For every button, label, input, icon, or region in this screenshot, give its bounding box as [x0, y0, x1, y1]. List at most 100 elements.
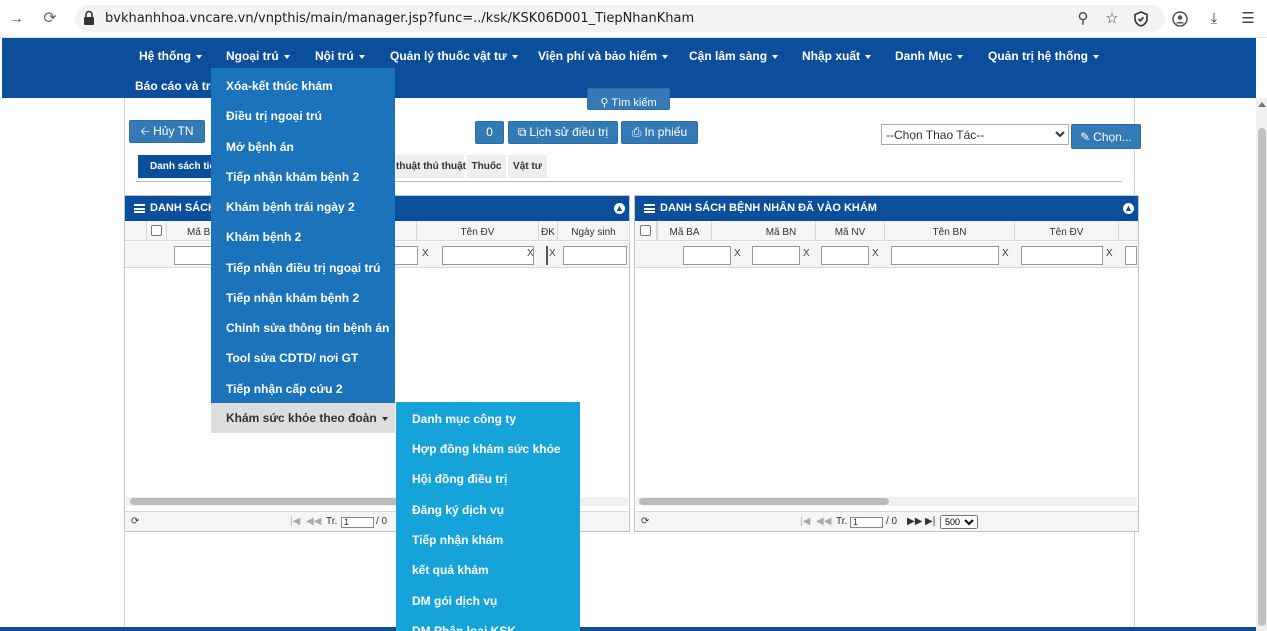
menu-item-kham-benh-trai-ngay-2[interactable]: Khám bệnh trái ngày 2	[211, 192, 395, 222]
menu-item-tool-sua-cdtd[interactable]: Tool sửa CDTD/ nơi GT	[211, 343, 395, 373]
col-ten-dv[interactable]: Tên ĐV	[1015, 221, 1119, 241]
first-page-icon[interactable]: |◀	[290, 516, 300, 527]
address-bar[interactable]: bvkhanhhoa.vncare.vn/vnpthis/main/manage…	[75, 5, 1165, 32]
count-badge[interactable]: 0	[475, 121, 504, 144]
filter-ma-ba-input[interactable]	[683, 246, 731, 265]
filter-extra-input[interactable]	[1125, 246, 1137, 265]
submenu-item-dm-phan-loai-ksk[interactable]: DM Phân loại KSK	[396, 616, 580, 631]
menu-item-xoa-ket-thuc-kham[interactable]: Xóa-kết thúc khám	[211, 71, 395, 101]
nav-item-vien-phi[interactable]: Viện phí và bảo hiểm	[538, 49, 669, 63]
right-panel-title: DANH SÁCH BỆNH NHÂN ĐÃ VÀO KHÁM	[660, 202, 877, 214]
nav-item-quan-tri[interactable]: Quản trị hệ thống	[988, 49, 1099, 63]
nav-item-nhap-xuat[interactable]: Nhập xuất	[802, 49, 872, 63]
search-button[interactable]: ⚲ Tìm kiếm	[587, 88, 670, 110]
filter-ma-nv-input[interactable]	[821, 246, 869, 265]
submenu-item-dm-goi-dich-vu[interactable]: DM gói dịch vụ	[396, 586, 580, 616]
col-dk[interactable]: ĐK	[539, 221, 558, 241]
url-text[interactable]: bvkhanhhoa.vncare.vn/vnpthis/main/manage…	[105, 11, 694, 26]
print-button[interactable]: ⎙ In phiếu	[621, 121, 698, 144]
col-ten-bn[interactable]: Tên BN	[885, 221, 1015, 241]
clear-filter-icon[interactable]: X	[549, 248, 556, 259]
submenu-item-tiep-nhan-kham[interactable]: Tiếp nhận khám	[396, 525, 580, 555]
menu-item-mo-benh-an[interactable]: Mở bệnh án	[211, 132, 395, 162]
nav-item-he-thong[interactable]: Hệ thống	[139, 49, 202, 63]
submenu-item-dang-ky-dich-vu[interactable]: Đăng ký dịch vụ	[396, 495, 580, 525]
col-ma-nv[interactable]: Mã NV	[816, 221, 885, 241]
clear-filter-icon[interactable]: X	[1106, 248, 1113, 259]
clear-filter-icon[interactable]: X	[1002, 248, 1009, 259]
filter-ma-bn-input[interactable]	[752, 246, 800, 265]
col-ngay-sinh[interactable]: Ngày sinh	[558, 221, 630, 241]
select-all-checkbox[interactable]	[640, 225, 651, 236]
right-horizontal-scrollbar[interactable]	[636, 497, 1137, 506]
page-scroll-thumb[interactable]	[1258, 128, 1266, 626]
last-page-icon[interactable]: ▶|	[925, 516, 935, 527]
menu-item-tiep-nhan-kham-benh-2b[interactable]: Tiếp nhận khám bệnh 2	[211, 283, 395, 313]
menu-item-tiep-nhan-kham-benh-2[interactable]: Tiếp nhận khám bệnh 2	[211, 162, 395, 192]
menu-item-chinh-sua-thong-tin[interactable]: Chỉnh sửa thông tin bệnh án	[211, 313, 395, 343]
menu-item-tiep-nhan-cap-cuu-2[interactable]: Tiếp nhận cấp cứu 2	[211, 374, 395, 404]
nav-item-bao-cao[interactable]: Báo cáo và tra	[135, 79, 217, 93]
submenu-item-hop-dong-kham[interactable]: Hợp đồng khám sức khỏe	[396, 434, 580, 464]
download-icon[interactable]: ⤓	[1204, 9, 1224, 29]
star-icon[interactable]: ☆	[1102, 9, 1122, 29]
page-size-select[interactable]: 500	[940, 515, 978, 529]
left-scroll-thumb[interactable]	[130, 498, 400, 505]
prev-page-icon[interactable]: ◀◀	[306, 516, 321, 527]
nav-item-danh-muc[interactable]: Danh Mục	[895, 49, 964, 63]
clear-filter-icon[interactable]: X	[872, 248, 879, 259]
left-panel-title: DANH SÁCH	[150, 202, 216, 214]
back-icon[interactable]: →	[6, 9, 26, 29]
clear-filter-icon[interactable]: X	[734, 248, 741, 259]
tab-thu-thuat[interactable]: thuật thủ thuật	[396, 155, 466, 178]
select-all-checkbox[interactable]	[151, 225, 162, 236]
nav-label: Hệ thống	[139, 49, 191, 63]
clear-filter-icon[interactable]: X	[422, 248, 429, 259]
nav-item-ngoai-tru[interactable]: Ngoại trú	[226, 49, 290, 63]
nav-item-can-lam-sang[interactable]: Cận lâm sàng	[689, 49, 779, 63]
prev-page-icon[interactable]: ◀◀	[816, 516, 831, 527]
right-scroll-thumb[interactable]	[639, 498, 889, 505]
col-ten-dv[interactable]: Tên ĐV	[417, 221, 539, 241]
right-column-header: Mã BA Mã BN Mã NV Tên BN Tên ĐV	[635, 221, 1138, 241]
refresh-icon[interactable]: ⟳	[131, 516, 139, 527]
submenu-item-ket-qua-kham[interactable]: kết quả khám	[396, 555, 580, 585]
col-ma-ba[interactable]: Mã BA	[657, 221, 712, 241]
menu-item-kham-benh-2[interactable]: Khám bệnh 2	[211, 222, 395, 252]
submenu-item-hoi-dong-dieu-tri[interactable]: Hội đồng điều trị	[396, 464, 580, 494]
menu-item-tiep-nhan-dieu-tri-ngoai-tru[interactable]: Tiếp nhận điều trị ngoại trú	[211, 253, 395, 283]
filter-ngay-sinh-input[interactable]	[563, 246, 627, 265]
filter-dk-input[interactable]	[546, 246, 548, 265]
menu-icon[interactable]: ☰	[1238, 9, 1258, 29]
collapse-icon[interactable]: ▲	[1123, 203, 1134, 214]
history-button[interactable]: ⧉ Lịch sử điều trị	[508, 121, 618, 144]
tab-thuoc[interactable]: Thuốc	[467, 155, 506, 178]
clear-filter-icon[interactable]: X	[527, 248, 534, 259]
scroll-up-icon[interactable]	[1258, 102, 1266, 107]
menu-item-kham-suc-khoe-theo-doan[interactable]: Khám sức khỏe theo đoàn	[211, 403, 395, 433]
page-number-input[interactable]: 1	[850, 517, 883, 528]
submenu-item-danh-muc-cong-ty[interactable]: Danh mục công ty	[396, 404, 580, 434]
next-page-icon[interactable]: ▶▶	[907, 516, 922, 527]
action-select[interactable]: --Chọn Thao Tác--	[881, 124, 1069, 145]
col-ma-bn[interactable]: Mã BN	[747, 221, 816, 241]
cancel-reception-button[interactable]: 🡠 Hủy TN	[129, 120, 205, 143]
nav-item-quan-ly-thuoc[interactable]: Quản lý thuốc vật tư	[390, 49, 518, 63]
first-page-icon[interactable]: |◀	[800, 516, 810, 527]
tab-vat-tu[interactable]: Vật tư	[508, 155, 547, 178]
shield-icon[interactable]	[1131, 9, 1151, 29]
tab-danh-sach-tiep-nhan[interactable]: Danh sách tiế	[138, 155, 215, 178]
profile-icon[interactable]	[1170, 9, 1190, 29]
clear-filter-icon[interactable]: X	[803, 248, 810, 259]
nav-item-noi-tru[interactable]: Nội trú	[315, 49, 365, 63]
filter-ten-dv-input[interactable]	[1021, 246, 1103, 265]
page-number-input[interactable]: 1	[341, 517, 374, 528]
refresh-icon[interactable]: ⟳	[641, 516, 649, 527]
filter-ten-dv-input[interactable]	[442, 246, 534, 265]
choose-button[interactable]: ✎ Chọn...	[1071, 124, 1141, 149]
zoom-icon[interactable]: ⚲	[1073, 9, 1093, 29]
menu-item-dieu-tri-ngoai-tru[interactable]: Điều trị ngoại trú	[211, 101, 395, 131]
reload-icon[interactable]: ⟳	[40, 9, 60, 29]
collapse-icon[interactable]: ▲	[614, 203, 625, 214]
filter-ten-bn-input[interactable]	[891, 246, 999, 265]
